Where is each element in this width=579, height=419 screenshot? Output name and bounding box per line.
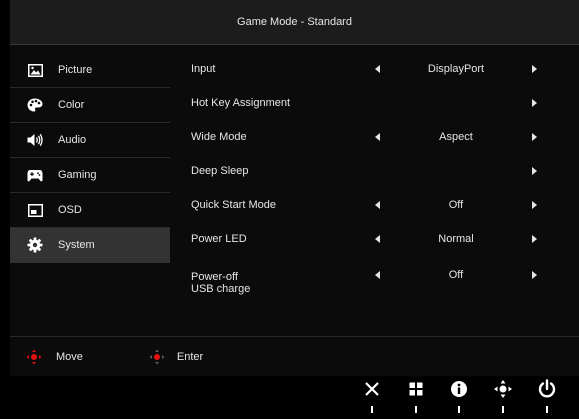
setting-label: Power LED (191, 233, 247, 245)
arrow-left-icon[interactable] (375, 201, 380, 209)
setting-label: Quick Start Mode (191, 199, 276, 211)
close-icon (364, 381, 380, 402)
arrow-right-icon[interactable] (532, 201, 537, 209)
setting-label: Hot Key Assignment (191, 97, 291, 109)
arrow-left-icon[interactable] (375, 133, 380, 141)
setting-row-input[interactable]: Input DisplayPort (178, 53, 570, 87)
menu-button[interactable] (405, 380, 427, 402)
arrow-right-icon[interactable] (532, 99, 537, 107)
arrow-left-icon[interactable] (375, 271, 380, 279)
setting-label: Deep Sleep (191, 165, 249, 177)
sidebar-item-label: Color (58, 99, 85, 111)
setting-label: Power-off USB charge (191, 271, 251, 295)
setting-row-power-off-usb-charge[interactable]: Power-off USB charge Off (178, 257, 570, 305)
joystick-move-icon (26, 349, 42, 365)
setting-value: Aspect (439, 131, 473, 143)
setting-row-power-led[interactable]: Power LED Normal (178, 223, 570, 257)
setting-value: Off (448, 269, 464, 281)
button-tick (458, 406, 460, 413)
setting-label: Input (191, 63, 216, 75)
power-button[interactable] (536, 378, 558, 404)
setting-value: DisplayPort (427, 63, 485, 75)
power-icon (537, 378, 557, 404)
footer-enter-label: Enter (176, 350, 204, 363)
button-tick (371, 406, 373, 413)
sidebar-item-gaming[interactable]: Gaming (10, 158, 170, 193)
setting-row-wide-mode[interactable]: Wide Mode Aspect (178, 121, 570, 155)
button-tick (546, 406, 548, 413)
osd-title-bar: Game Mode - Standard (10, 0, 579, 45)
sidebar-item-label: Picture (58, 64, 93, 76)
setting-value: Normal (438, 233, 474, 245)
menu-grid-icon (408, 381, 424, 402)
button-tick (502, 406, 504, 413)
speaker-icon (27, 132, 43, 148)
button-tick (415, 406, 417, 413)
joystick-button[interactable] (492, 379, 514, 404)
osd-footer: Move Enter (10, 337, 579, 376)
sidebar-item-label: OSD (58, 204, 82, 216)
sidebar-item-label: Audio (58, 134, 87, 146)
sidebar: Picture Color Audio Gaming OSD System (10, 53, 170, 263)
joystick-enter-icon (149, 349, 165, 365)
sidebar-item-label: Gaming (58, 169, 97, 181)
palette-icon (27, 97, 43, 113)
setting-label: Wide Mode (191, 131, 247, 143)
setting-value: Off (448, 199, 464, 211)
info-button[interactable] (448, 380, 470, 402)
sidebar-item-system[interactable]: System (10, 228, 170, 263)
joystick-icon (493, 379, 513, 404)
setting-row-hot-key-assignment[interactable]: Hot Key Assignment (178, 87, 570, 121)
sidebar-item-color[interactable]: Color (10, 88, 170, 123)
arrow-right-icon[interactable] (532, 271, 537, 279)
sidebar-item-label: System (58, 239, 95, 251)
osd-icon (27, 202, 43, 218)
gamepad-icon (27, 167, 43, 183)
arrow-left-icon[interactable] (375, 65, 380, 73)
gear-icon (27, 237, 43, 253)
close-button[interactable] (361, 380, 383, 402)
arrow-right-icon[interactable] (532, 65, 537, 73)
footer-move-label: Move (56, 350, 83, 363)
arrow-right-icon[interactable] (532, 167, 537, 175)
sidebar-item-picture[interactable]: Picture (10, 53, 170, 88)
info-icon (450, 380, 468, 403)
sidebar-item-audio[interactable]: Audio (10, 123, 170, 158)
settings-list: Input DisplayPort Hot Key Assignment Wid… (178, 53, 570, 305)
arrow-right-icon[interactable] (532, 235, 537, 243)
page-title: Game Mode - Standard (237, 16, 352, 28)
picture-icon (27, 62, 43, 78)
setting-row-deep-sleep[interactable]: Deep Sleep (178, 155, 570, 189)
sidebar-item-osd[interactable]: OSD (10, 193, 170, 228)
arrow-left-icon[interactable] (375, 235, 380, 243)
arrow-right-icon[interactable] (532, 133, 537, 141)
setting-row-quick-start-mode[interactable]: Quick Start Mode Off (178, 189, 570, 223)
